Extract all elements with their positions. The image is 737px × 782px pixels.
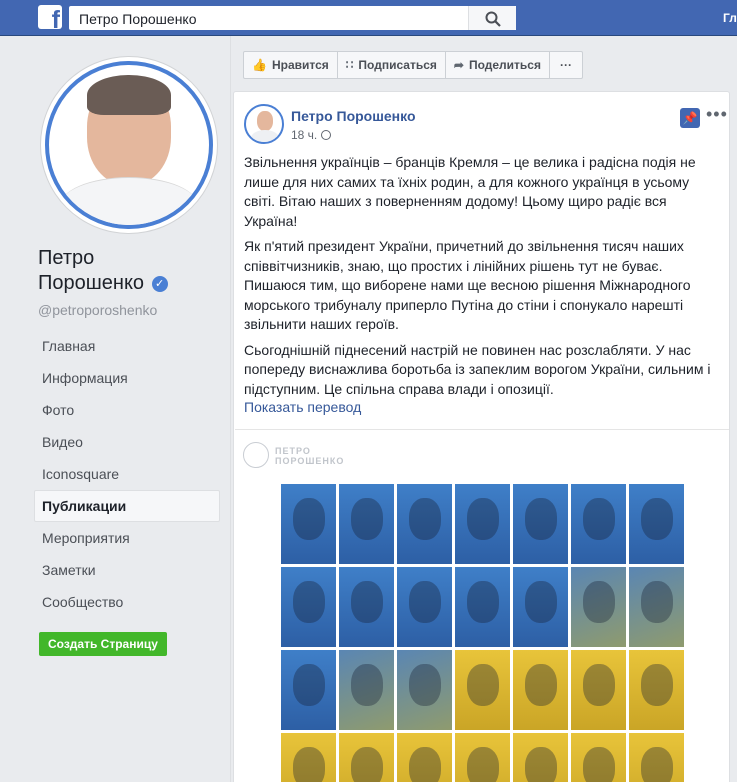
- page-handle[interactable]: @petroporoshenko: [38, 302, 157, 318]
- post-text: Звільнення українців – бранців Кремля – …: [244, 153, 721, 405]
- portrait-photo: [455, 733, 510, 782]
- portrait-photo: [397, 650, 452, 730]
- profile-hair: [87, 75, 171, 115]
- portrait-photo: [513, 650, 568, 730]
- portrait-photo: [339, 484, 394, 564]
- page-action-bar: 👍 Нравится ∷ Подписаться ➦ Поделиться ··…: [243, 51, 583, 79]
- portrait-photo: [513, 484, 568, 564]
- photo-row: [281, 650, 684, 730]
- post-card: Петро Порошенко 18 ч. 📌 ••• Звільнення у…: [233, 91, 730, 782]
- portrait-photo: [513, 733, 568, 782]
- portrait-photo: [571, 650, 626, 730]
- portrait-photo: [629, 484, 684, 564]
- profile-shirt: [59, 177, 199, 225]
- photo-row: [281, 567, 684, 647]
- post-paragraph: Сьогоднішній піднесений настрій не повин…: [244, 341, 711, 397]
- portrait-photo: [629, 733, 684, 782]
- page-title-line1: Петро: [38, 247, 95, 269]
- facebook-logo-letter: f: [51, 6, 60, 30]
- image-logo-line1: ПЕТРО: [275, 446, 311, 456]
- portrait-photo: [455, 567, 510, 647]
- portrait-photo: [397, 733, 452, 782]
- facebook-logo-icon[interactable]: f: [38, 5, 62, 29]
- profile-picture-frame: [45, 61, 213, 229]
- photo-row: [281, 484, 684, 564]
- sidebar-nav: Главная Информация Фото Видео Iconosquar…: [34, 330, 220, 618]
- search-input[interactable]: Петро Порошенко: [69, 6, 516, 30]
- thumbs-up-icon: 👍: [252, 58, 267, 72]
- portrait-photo: [339, 733, 394, 782]
- post-timestamp[interactable]: 18 ч.: [291, 128, 332, 142]
- portrait-photo: [281, 484, 336, 564]
- post-author-link[interactable]: Петро Порошенко: [291, 108, 416, 124]
- portrait-photo: [455, 484, 510, 564]
- pin-icon[interactable]: 📌: [680, 108, 700, 128]
- portrait-photo: [571, 733, 626, 782]
- image-logo-line2: ПОРОШЕНКО: [275, 456, 345, 466]
- post-options-button[interactable]: •••: [706, 104, 728, 125]
- sidebar-item-notes[interactable]: Заметки: [34, 554, 220, 586]
- page-title-line2: Порошенко: [38, 272, 145, 294]
- globe-icon: [321, 130, 332, 140]
- post-image[interactable]: ПЕТРО ПОРОШЕНКО: [235, 429, 729, 782]
- show-translation-link[interactable]: Показать перевод: [244, 399, 361, 415]
- sidebar-item-events[interactable]: Мероприятия: [34, 522, 220, 554]
- verified-badge-icon: ✓: [151, 276, 168, 292]
- share-button[interactable]: ➦ Поделиться: [446, 52, 550, 78]
- portrait-photo: [339, 650, 394, 730]
- trident-logo-icon: [243, 442, 269, 468]
- post-time-text: 18 ч.: [291, 128, 318, 142]
- portrait-photo: [339, 567, 394, 647]
- portrait-photo: [513, 567, 568, 647]
- avatar-face: [257, 111, 273, 131]
- create-page-button[interactable]: Создать Страницу: [39, 632, 167, 656]
- sidebar-item-iconosquare[interactable]: Iconosquare: [34, 458, 220, 490]
- post-paragraph: Як п'ятий президент України, причетний д…: [244, 238, 691, 332]
- like-button-label: Нравится: [271, 58, 329, 72]
- page-title: Петро Порошенко ✓: [38, 246, 218, 296]
- portrait-photo: [455, 650, 510, 730]
- post-avatar[interactable]: [244, 104, 284, 144]
- share-button-label: Поделиться: [468, 58, 541, 72]
- portrait-photo: [397, 567, 452, 647]
- sidebar-item-posts[interactable]: Публикации: [34, 490, 220, 522]
- search-icon: [485, 11, 501, 27]
- profile-picture[interactable]: [41, 57, 217, 233]
- column-divider: [230, 36, 231, 782]
- portrait-photo: [281, 567, 336, 647]
- follow-button[interactable]: ∷ Подписаться: [338, 52, 446, 78]
- top-bar: f Петро Порошенко Гл: [0, 0, 737, 36]
- portrait-photo: [281, 733, 336, 782]
- portrait-photo: [281, 650, 336, 730]
- prisoner-photo-grid: [281, 484, 684, 782]
- sidebar-item-home[interactable]: Главная: [34, 330, 220, 362]
- image-logo-text: ПЕТРО ПОРОШЕНКО: [275, 446, 344, 466]
- rss-icon: ∷: [345, 58, 354, 72]
- portrait-photo: [571, 567, 626, 647]
- search-input-value: Петро Порошенко: [79, 11, 197, 27]
- post-paragraph: Звільнення українців – бранців Кремля – …: [244, 154, 696, 229]
- like-button[interactable]: 👍 Нравится: [244, 52, 338, 78]
- portrait-photo: [629, 567, 684, 647]
- sidebar-item-photos[interactable]: Фото: [34, 394, 220, 426]
- sidebar-item-community[interactable]: Сообщество: [34, 586, 220, 618]
- avatar-shirt: [251, 130, 279, 142]
- sidebar-item-about[interactable]: Информация: [34, 362, 220, 394]
- photo-row: [281, 733, 684, 782]
- portrait-photo: [629, 650, 684, 730]
- more-actions-button[interactable]: ···: [550, 52, 582, 78]
- portrait-photo: [571, 484, 626, 564]
- search-button[interactable]: [468, 6, 516, 30]
- home-link[interactable]: Гл: [723, 11, 737, 25]
- follow-button-label: Подписаться: [358, 58, 437, 72]
- share-arrow-icon: ➦: [453, 58, 464, 72]
- portrait-photo: [397, 484, 452, 564]
- sidebar-item-videos[interactable]: Видео: [34, 426, 220, 458]
- more-actions-label: ···: [559, 58, 572, 72]
